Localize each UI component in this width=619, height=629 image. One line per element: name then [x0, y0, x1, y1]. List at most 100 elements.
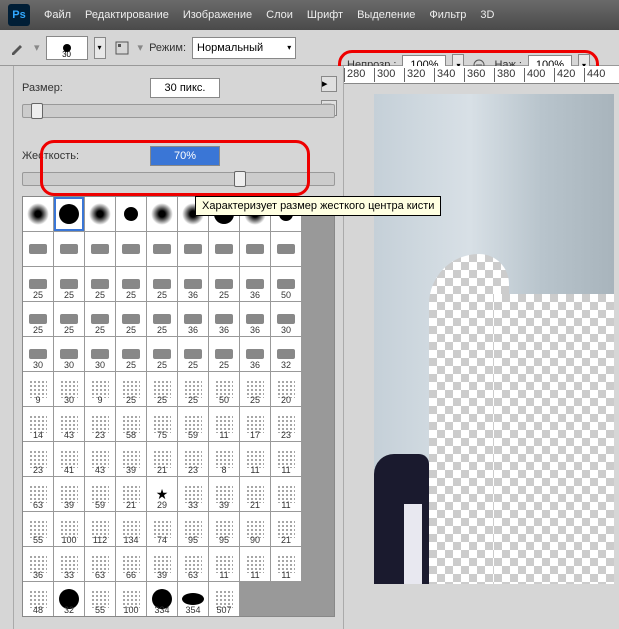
brush-preset[interactable]: 9 [85, 372, 115, 406]
brush-preset[interactable]: 23 [23, 442, 53, 476]
brush-preset[interactable]: 25 [178, 337, 208, 371]
brush-preset[interactable]: 21 [147, 442, 177, 476]
menu-filter[interactable]: Фильтр [423, 5, 472, 25]
brush-preset[interactable]: 75 [147, 407, 177, 441]
mode-select[interactable]: Нормальный▾ [192, 37, 296, 59]
brush-preset[interactable]: 39 [209, 477, 239, 511]
brush-preset[interactable]: 55 [23, 512, 53, 546]
brush-preset[interactable]: 33 [54, 547, 84, 581]
brush-preset[interactable]: 25 [116, 337, 146, 371]
brush-preset[interactable]: 36 [240, 302, 270, 336]
brush-preset[interactable]: 23 [85, 407, 115, 441]
brush-preset[interactable] [147, 197, 177, 231]
brush-preset[interactable]: 48 [23, 582, 53, 616]
brush-preset[interactable]: 25 [147, 337, 177, 371]
brush-preset[interactable]: 25 [147, 302, 177, 336]
brush-preset[interactable]: 58 [116, 407, 146, 441]
brush-preset[interactable]: 25 [23, 302, 53, 336]
brush-preset[interactable]: 21 [240, 477, 270, 511]
brush-preset[interactable]: 30 [23, 337, 53, 371]
brush-preset[interactable]: 25 [116, 267, 146, 301]
brush-preset[interactable]: 50 [271, 267, 301, 301]
brush-preset[interactable]: 32 [271, 337, 301, 371]
brush-preset[interactable]: 39 [147, 547, 177, 581]
brush-preset[interactable]: 39 [54, 477, 84, 511]
brush-preset[interactable]: 25 [209, 337, 239, 371]
brush-preset[interactable] [85, 232, 115, 266]
brush-preset[interactable]: 11 [240, 547, 270, 581]
menu-select[interactable]: Выделение [351, 5, 421, 25]
brush-preset[interactable]: 90 [240, 512, 270, 546]
brush-preset[interactable]: 134 [116, 512, 146, 546]
brush-preset[interactable]: 25 [240, 372, 270, 406]
brush-preset[interactable]: 43 [85, 442, 115, 476]
brush-preset[interactable]: 30 [54, 337, 84, 371]
brush-preset-dropdown[interactable]: ▾ [94, 37, 106, 59]
brush-preset[interactable] [116, 232, 146, 266]
brush-preset[interactable]: 11 [271, 442, 301, 476]
brush-preset[interactable] [116, 197, 146, 231]
brush-preset[interactable] [54, 232, 84, 266]
brush-preset[interactable]: 36 [178, 302, 208, 336]
brush-preset[interactable]: 33 [178, 477, 208, 511]
brush-preset[interactable]: 36 [209, 302, 239, 336]
brush-preset[interactable]: 8 [209, 442, 239, 476]
brush-preset[interactable]: 354 [178, 582, 208, 616]
brush-preset[interactable]: 100 [54, 512, 84, 546]
brush-preset[interactable]: 55 [85, 582, 115, 616]
brush-preset[interactable]: 21 [271, 512, 301, 546]
brush-preset[interactable]: 25 [54, 302, 84, 336]
brush-preset[interactable]: 63 [85, 547, 115, 581]
brush-preset[interactable]: 11 [209, 547, 239, 581]
brush-tool-icon[interactable] [8, 38, 28, 58]
brush-preset[interactable] [271, 232, 301, 266]
brush-preset[interactable]: 74 [147, 512, 177, 546]
brush-preset[interactable]: 11 [271, 477, 301, 511]
brush-preset[interactable] [147, 232, 177, 266]
brush-preset[interactable]: 112 [85, 512, 115, 546]
brush-preset[interactable]: 25 [23, 267, 53, 301]
brush-preset[interactable]: 21 [116, 477, 146, 511]
brush-preset[interactable]: 23 [271, 407, 301, 441]
brush-preset[interactable]: 25 [54, 267, 84, 301]
brush-preset[interactable] [54, 197, 84, 231]
brush-preset[interactable]: ★29 [147, 477, 177, 511]
brush-preset[interactable]: 36 [240, 337, 270, 371]
brush-preset[interactable]: 11 [209, 407, 239, 441]
size-slider[interactable] [22, 104, 335, 118]
brush-preset[interactable]: 95 [209, 512, 239, 546]
brush-preset[interactable] [178, 232, 208, 266]
menu-layers[interactable]: Слои [260, 5, 299, 25]
brush-preset[interactable]: 32 [54, 582, 84, 616]
menu-type[interactable]: Шрифт [301, 5, 349, 25]
canvas[interactable] [344, 84, 619, 629]
brush-preset[interactable]: 30 [271, 302, 301, 336]
brush-preset[interactable]: 23 [178, 442, 208, 476]
brush-preset[interactable]: 39 [116, 442, 146, 476]
brush-preset[interactable]: 95 [178, 512, 208, 546]
size-input[interactable] [150, 78, 220, 98]
brush-preset[interactable]: 9 [23, 372, 53, 406]
brush-preset[interactable]: 50 [209, 372, 239, 406]
brush-preset[interactable]: 30 [54, 372, 84, 406]
brush-preset[interactable]: 20 [271, 372, 301, 406]
brush-preset[interactable]: 63 [23, 477, 53, 511]
brush-preset[interactable]: 36 [23, 547, 53, 581]
brush-preset[interactable]: 11 [271, 547, 301, 581]
brush-preset[interactable]: 25 [147, 372, 177, 406]
brush-panel-toggle-icon[interactable] [112, 38, 132, 58]
brush-preset[interactable]: 30 [85, 337, 115, 371]
brush-preset[interactable] [23, 232, 53, 266]
brush-preset[interactable]: 334 [147, 582, 177, 616]
brush-preset[interactable]: 100 [116, 582, 146, 616]
menu-3d[interactable]: 3D [474, 5, 500, 25]
brush-preset[interactable] [240, 232, 270, 266]
brush-preset[interactable]: 63 [178, 547, 208, 581]
brush-preset[interactable] [85, 197, 115, 231]
brush-preset[interactable]: 25 [85, 267, 115, 301]
brush-preset[interactable] [209, 232, 239, 266]
brush-preset[interactable]: 25 [147, 267, 177, 301]
brush-preset[interactable]: 25 [178, 372, 208, 406]
brush-preset[interactable]: 11 [240, 442, 270, 476]
brush-preset[interactable]: 25 [209, 267, 239, 301]
